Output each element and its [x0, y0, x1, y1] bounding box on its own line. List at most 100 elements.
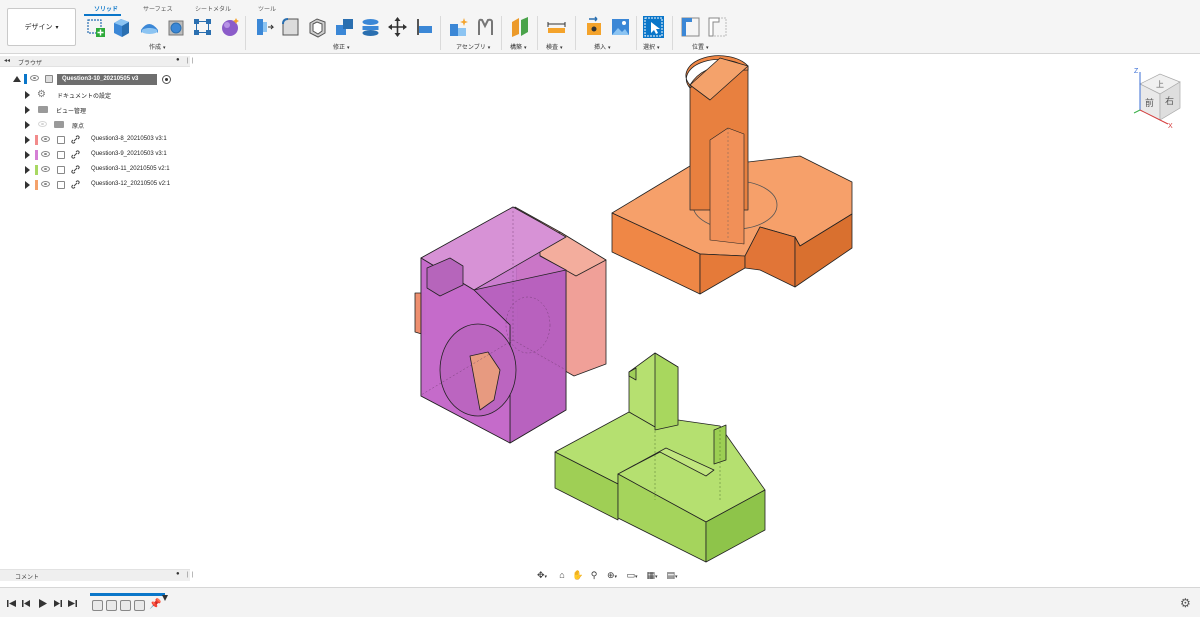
eye-icon[interactable]: [41, 151, 50, 157]
tree-item-document-settings[interactable]: ⚙ ドキュメントの設定: [0, 88, 190, 102]
component-color-bar: [35, 150, 38, 160]
tree-item-component[interactable]: Question3-12_20210505 v2:1: [0, 178, 190, 192]
display-settings-icon[interactable]: ▭▾: [625, 569, 639, 582]
expand-arrow-icon[interactable]: [25, 136, 30, 144]
pin-marker-icon[interactable]: 📌: [149, 599, 161, 610]
viewcube[interactable]: Z X 上 前 右: [1132, 64, 1188, 130]
timeline-feature-icon[interactable]: [120, 600, 131, 611]
eye-icon[interactable]: [41, 181, 50, 187]
insert-image-icon[interactable]: [610, 16, 631, 38]
viewports-icon[interactable]: ▤▾: [665, 569, 679, 582]
first-icon[interactable]: [6, 598, 17, 609]
orange-part[interactable]: [611, 55, 853, 295]
pattern-icon[interactable]: [192, 16, 213, 38]
fit-icon[interactable]: ⊕▾: [605, 569, 619, 582]
pan-icon[interactable]: ✋: [571, 569, 585, 582]
component-icon: [57, 136, 65, 144]
measure-icon[interactable]: [546, 16, 567, 38]
tab-solid[interactable]: ソリッド: [94, 4, 118, 13]
timeline-range-bar: [90, 593, 165, 596]
expand-arrow-icon[interactable]: [25, 151, 30, 159]
browser-header[interactable]: ◂◂ ブラウザ ● ❘❘: [0, 56, 195, 67]
extrude-icon[interactable]: [111, 16, 132, 38]
move-icon[interactable]: [387, 16, 408, 38]
combine-icon[interactable]: [334, 16, 355, 38]
collapse-icon[interactable]: ◂◂: [4, 57, 10, 64]
play-icon[interactable]: [37, 598, 48, 609]
offset-plane-icon[interactable]: [510, 16, 531, 38]
align-icon[interactable]: [414, 16, 435, 38]
toolbar-separator: [537, 16, 538, 50]
green-part[interactable]: [554, 352, 766, 563]
zoom-icon[interactable]: ⚲: [587, 569, 601, 582]
pin-icon[interactable]: ●: [176, 571, 180, 577]
eye-icon[interactable]: [30, 75, 39, 81]
joint-icon[interactable]: [475, 16, 496, 38]
group-insert[interactable]: 挿入 ▾: [594, 42, 611, 51]
gear-icon: ⚙: [37, 89, 46, 100]
group-position[interactable]: 位置 ▾: [692, 42, 709, 51]
expand-arrow-icon[interactable]: [25, 106, 30, 114]
tree-item-component[interactable]: Question3-9_20210503 v3:1: [0, 148, 190, 162]
revolve-icon[interactable]: [139, 16, 160, 38]
viewcube-right[interactable]: 右: [1165, 95, 1174, 107]
group-select[interactable]: 選択 ▾: [643, 42, 660, 51]
group-modify[interactable]: 修正 ▾: [333, 42, 350, 51]
capture-position-icon[interactable]: [680, 16, 701, 38]
fillet-icon[interactable]: [280, 16, 301, 38]
orbit-icon[interactable]: ✥▾: [535, 569, 549, 582]
grid-icon[interactable]: ▦▾: [645, 569, 659, 582]
select-cursor-icon[interactable]: [643, 16, 664, 38]
eye-icon[interactable]: [41, 136, 50, 142]
tab-sheet-metal[interactable]: シートメタル: [195, 4, 231, 13]
timeline-feature-icon[interactable]: [92, 600, 103, 611]
tree-item-origin[interactable]: 原点: [0, 118, 190, 132]
active-indicator: [24, 74, 27, 84]
shell-icon[interactable]: [307, 16, 328, 38]
tree-item-component[interactable]: Question3-11_20210505 v2:1: [0, 163, 190, 177]
workspace-switcher[interactable]: デザイン ▾: [7, 8, 76, 46]
press-pull-icon[interactable]: [254, 16, 275, 38]
timeline-feature-icon[interactable]: [134, 600, 145, 611]
group-assembly[interactable]: アセンブリ ▾: [456, 42, 490, 51]
timeline-track[interactable]: 📌: [90, 592, 168, 614]
split-body-icon[interactable]: [360, 16, 381, 38]
tab-surface[interactable]: サーフェス: [143, 4, 173, 13]
insert-derive-icon[interactable]: [584, 16, 605, 38]
expand-arrow-icon[interactable]: [25, 166, 30, 174]
create-sketch-icon[interactable]: [85, 16, 106, 38]
viewcube-front[interactable]: 前: [1145, 97, 1154, 109]
expand-arrow-icon[interactable]: [25, 121, 30, 129]
prev-icon[interactable]: [21, 598, 32, 609]
gear-icon[interactable]: ⚙: [1180, 597, 1192, 609]
tree-item-component[interactable]: Question3-8_20210503 v3:1: [0, 133, 190, 147]
activate-radio-icon[interactable]: [162, 75, 171, 84]
chevron-down-icon: ▾: [55, 24, 59, 31]
eye-hidden-icon[interactable]: [38, 121, 47, 127]
timeline-marker[interactable]: [162, 595, 168, 601]
group-create[interactable]: 作成 ▾: [149, 42, 166, 51]
last-icon[interactable]: [67, 598, 78, 609]
folder-icon: [38, 106, 48, 113]
expand-arrow-icon[interactable]: [25, 181, 30, 189]
magenta-part[interactable]: [414, 206, 607, 444]
look-at-icon[interactable]: ⌂: [555, 569, 569, 582]
group-construct[interactable]: 構築 ▾: [510, 42, 527, 51]
create-form-icon[interactable]: [219, 16, 240, 38]
collapse-arrow-icon[interactable]: [13, 76, 21, 82]
tree-item-view-management[interactable]: ビュー管理: [0, 103, 190, 117]
hole-icon[interactable]: [166, 16, 187, 38]
comment-panel-header[interactable]: コメント ● ❘❘: [0, 569, 195, 581]
tab-tools[interactable]: ツール: [258, 4, 276, 13]
new-component-icon[interactable]: [448, 16, 469, 38]
root-component-label[interactable]: Question3-10_20210505 v3: [57, 74, 157, 85]
toolbar: デザイン ▾ ソリッド サーフェス シートメタル ツール 作成 ▾ 修正 ▾ ア…: [0, 0, 1200, 54]
group-inspect[interactable]: 検査 ▾: [546, 42, 563, 51]
timeline-feature-icon[interactable]: [106, 600, 117, 611]
next-icon[interactable]: [52, 598, 63, 609]
viewcube-top[interactable]: 上: [1156, 80, 1164, 89]
revert-position-icon[interactable]: [707, 16, 728, 38]
expand-arrow-icon[interactable]: [25, 91, 30, 99]
eye-icon[interactable]: [41, 166, 50, 172]
pin-icon[interactable]: ●: [176, 57, 180, 63]
